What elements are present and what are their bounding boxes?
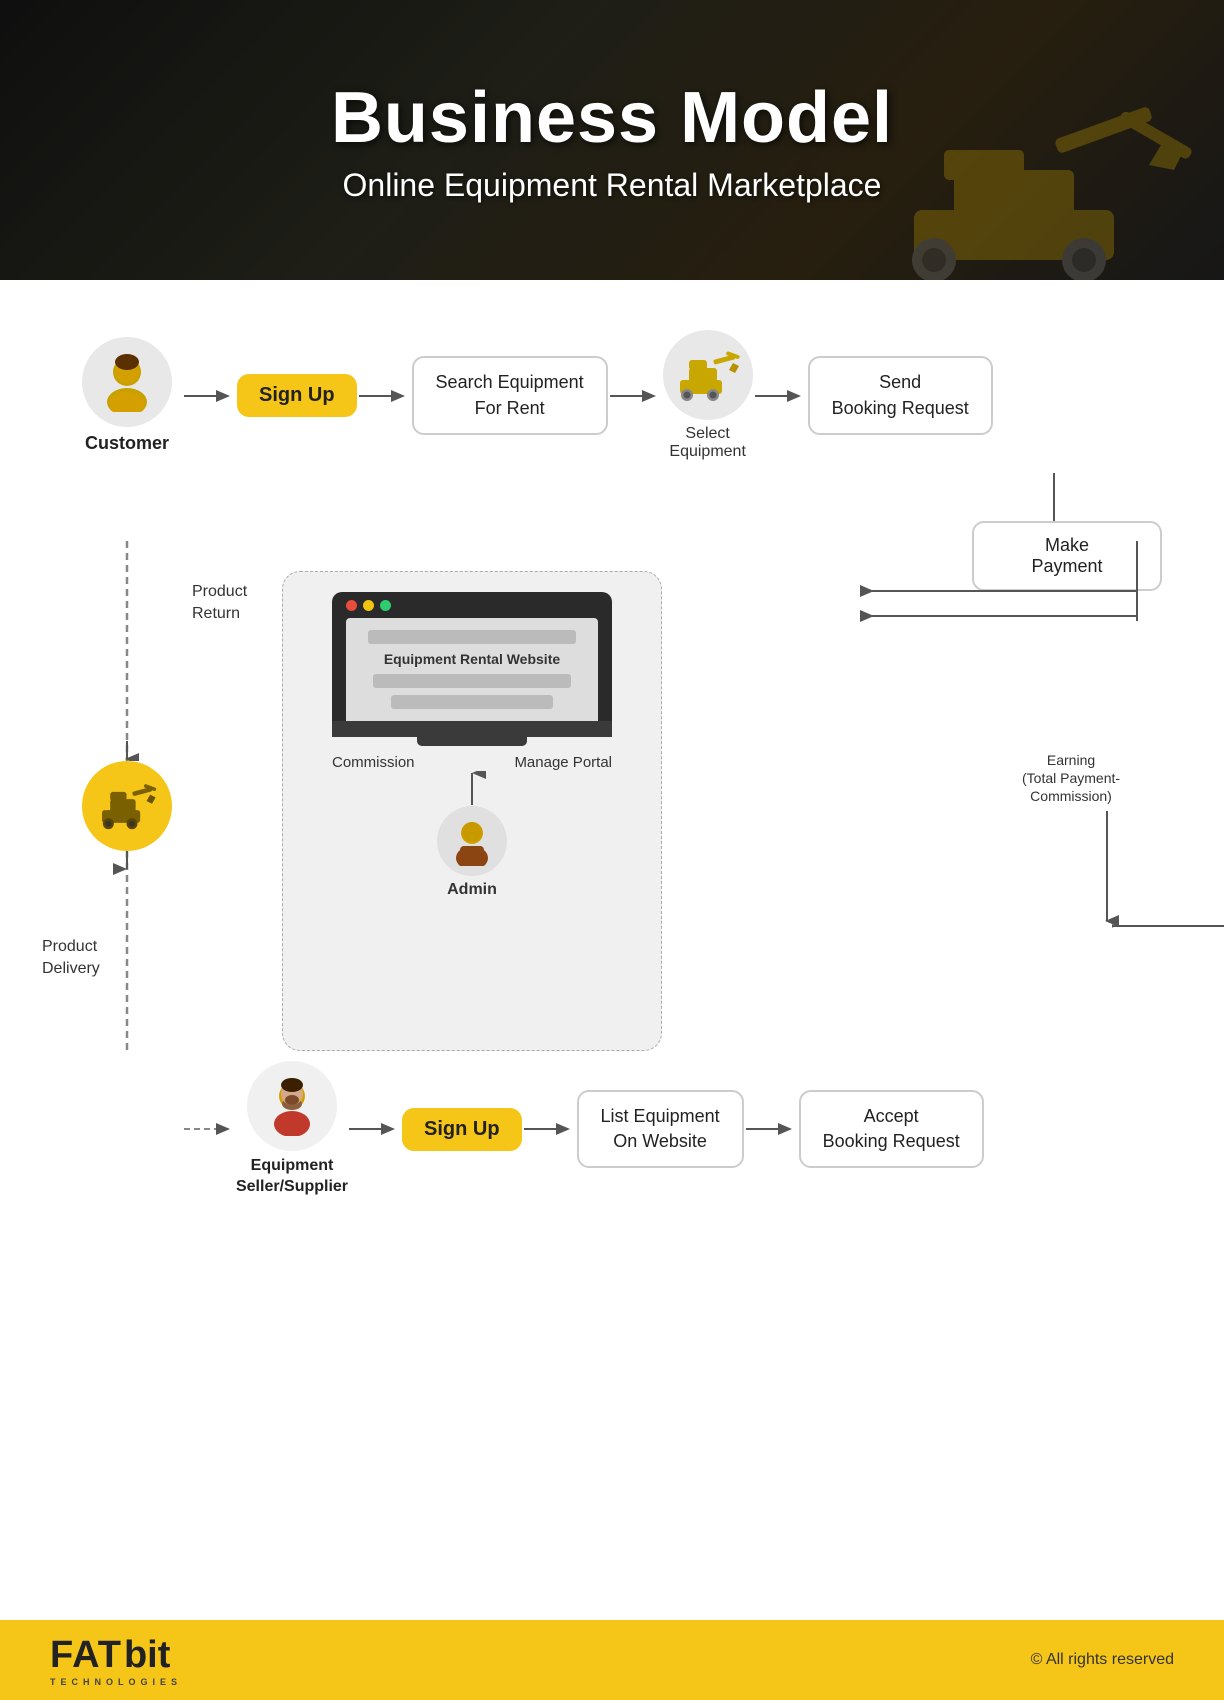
admin-label: Admin: [447, 881, 497, 899]
seller-person-icon: [262, 1076, 322, 1136]
monitor-stand-bar: [332, 721, 612, 737]
list-equipment-box: List EquipmentOn Website: [577, 1090, 744, 1168]
signup-button-seller[interactable]: Sign Up: [402, 1108, 522, 1151]
portal-labels-row: Commission Manage Portal: [332, 754, 612, 771]
commission-label: Commission: [332, 754, 415, 771]
arrow-list-accept: [744, 1117, 799, 1141]
arrow-signup-search: [357, 384, 412, 408]
seller-row: EquipmentSeller/Supplier Sign Up List Eq…: [72, 1061, 1162, 1198]
footer-logo-bit: bit: [124, 1634, 170, 1677]
header: Business Model Online Equipment Rental M…: [0, 0, 1224, 280]
seller-avatar: [247, 1061, 337, 1151]
footer: FATbit Technologies © All rights reserve…: [0, 1620, 1224, 1700]
dot-green: [380, 600, 391, 611]
arrow-equip-to-seller: [182, 1117, 237, 1141]
website-label: Equipment Rental Website: [384, 651, 560, 667]
page-title: Business Model: [331, 77, 893, 159]
accept-booking-box: AcceptBooking Request: [799, 1090, 984, 1168]
search-equipment-box: Search Equipment For Rent: [412, 356, 608, 434]
screen-bar-2: [373, 674, 570, 688]
equipment-circle: [82, 761, 172, 851]
dashed-line-top: [112, 541, 142, 761]
admin-person-icon: [447, 816, 497, 866]
arrow-customer-signup: [182, 384, 237, 408]
seller-col: EquipmentSeller/Supplier: [237, 1061, 347, 1198]
select-equipment-label: SelectEquipment: [669, 425, 746, 461]
monitor-base: [417, 737, 527, 746]
select-equipment-icon: [663, 330, 753, 420]
customer-avatar: [82, 337, 172, 427]
footer-logo-sub: Technologies: [50, 1677, 182, 1687]
screen-bar-1: [368, 630, 577, 644]
dot-yellow: [363, 600, 374, 611]
earning-label: Earning(Total Payment-Commission): [1022, 751, 1120, 806]
arrow-search-equip: [608, 384, 663, 408]
arrow-admin-to-monitor: [457, 771, 487, 806]
seller-label: EquipmentSeller/Supplier: [236, 1156, 348, 1198]
signup-button-customer[interactable]: Sign Up: [237, 374, 357, 417]
monitor: Equipment Rental Website: [332, 592, 612, 721]
admin-col: Admin: [437, 806, 507, 899]
arrow-signup-list: [522, 1117, 577, 1141]
screen-bar-3: [391, 695, 553, 709]
product-delivery-label: ProductDelivery: [42, 936, 100, 981]
customer-person-icon: [97, 352, 157, 412]
right-payment-col: Earning(Total Payment-Commission): [862, 541, 1162, 1051]
arrow-earning-horiz: [1112, 911, 1224, 941]
monitor-screen: Equipment Rental Website: [346, 618, 598, 721]
excavator-icon: [675, 348, 740, 403]
product-return-label: ProductReturn: [192, 581, 247, 626]
footer-logo-fat: FAT: [50, 1634, 122, 1677]
main-content: Customer Sign Up Search Equipment For Re…: [0, 280, 1224, 1590]
arrow-seller-signup: [347, 1117, 402, 1141]
send-booking-box: SendBooking Request: [808, 356, 993, 434]
arrow-equip-booking: [753, 384, 808, 408]
dot-red: [346, 600, 357, 611]
footer-copyright: © All rights reserved: [1031, 1651, 1174, 1669]
customer-label: Customer: [85, 433, 169, 454]
website-container: Equipment Rental Website Commission Mana…: [282, 571, 662, 1051]
dashed-line-bottom: [112, 851, 142, 1051]
manage-portal-label: Manage Portal: [514, 754, 612, 771]
excavator-yellow-icon: [97, 781, 157, 831]
footer-logo: FATbit Technologies: [50, 1634, 182, 1687]
admin-avatar: [437, 806, 507, 876]
diagram: Customer Sign Up Search Equipment For Re…: [62, 330, 1162, 1198]
page-subtitle: Online Equipment Rental Marketplace: [343, 167, 882, 204]
